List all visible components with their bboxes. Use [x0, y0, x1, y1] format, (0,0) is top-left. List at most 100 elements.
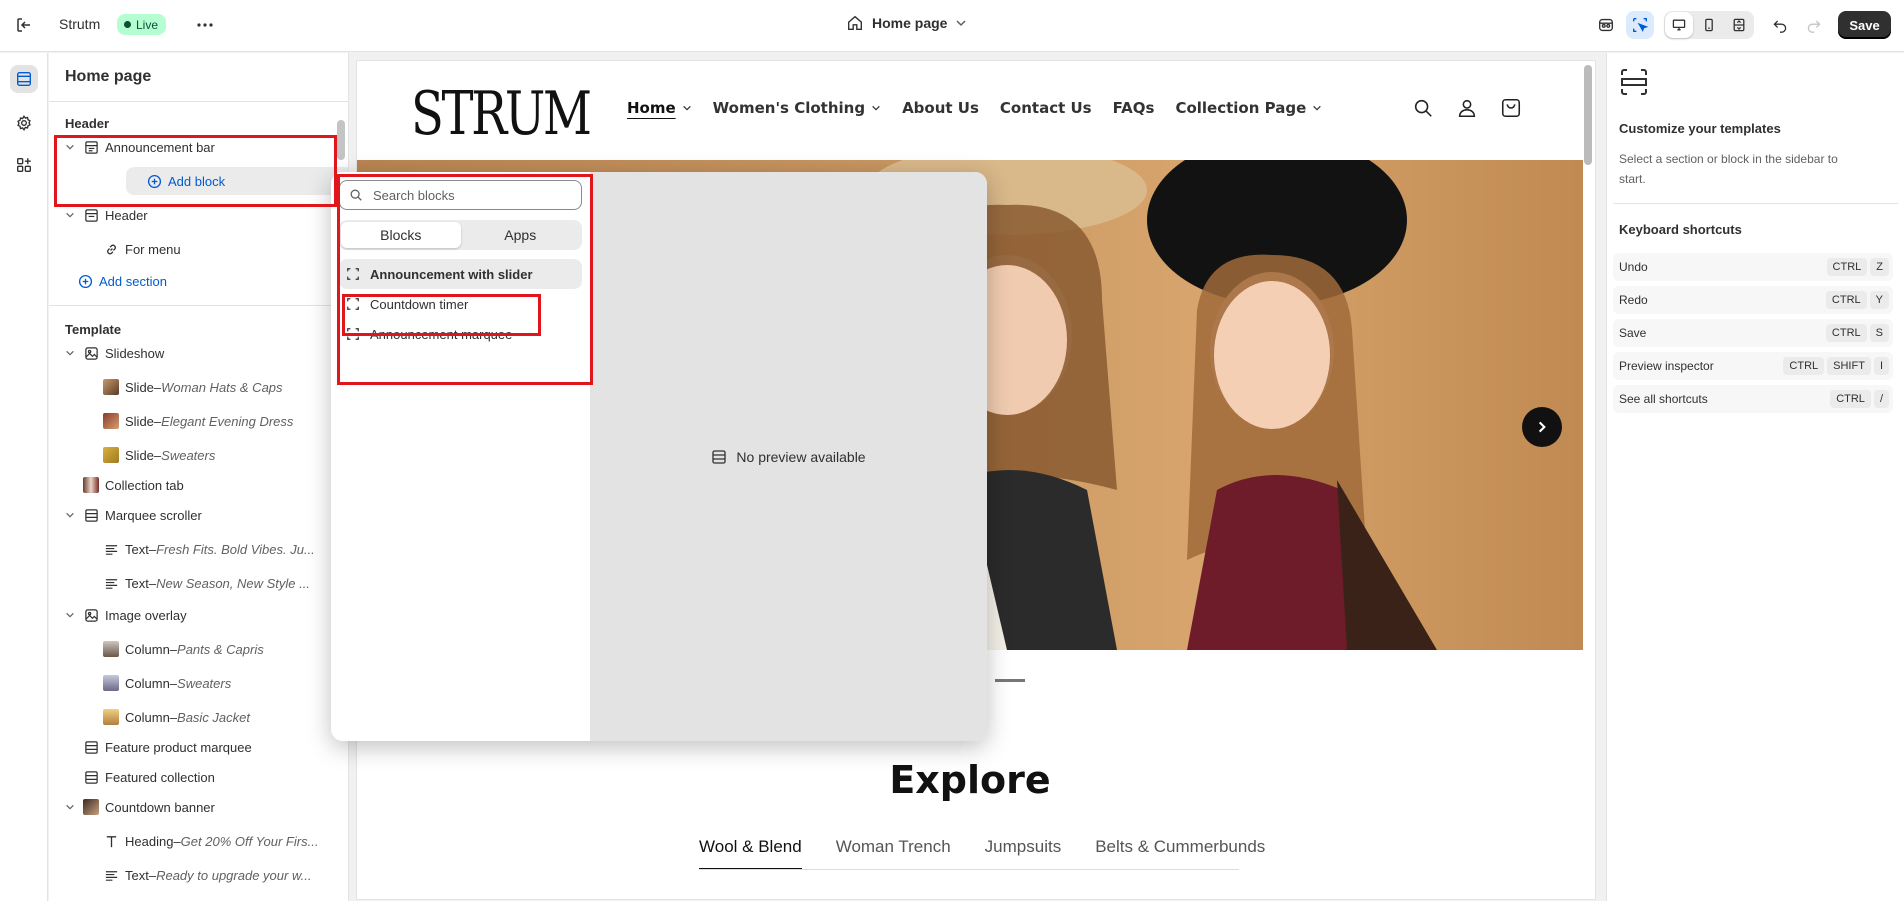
section-collection-tab[interactable]: Collection tab: [57, 471, 329, 499]
exit-icon[interactable]: [14, 15, 34, 35]
shortcut-label: Save: [1619, 326, 1647, 340]
block-slide-1[interactable]: Slide – Woman Hats & Caps: [57, 373, 329, 401]
chevron-down-icon[interactable]: [63, 142, 77, 152]
block-column-3[interactable]: Column – Basic Jacket: [57, 703, 329, 731]
block-slide-2[interactable]: Slide – Elegant Evening Dress: [57, 407, 329, 435]
save-button[interactable]: Save: [1838, 11, 1891, 39]
section-feature-product-marquee[interactable]: Feature product marquee: [57, 733, 329, 761]
mobile-icon[interactable]: [1695, 12, 1723, 38]
block-option-label: Announcement with slider: [370, 266, 533, 282]
top-bar: Strutm Live Home page Save: [0, 0, 1904, 52]
section-image-overlay[interactable]: Image overlay: [57, 601, 329, 629]
preview-scrollbar[interactable]: [1584, 65, 1592, 165]
section-announcement-bar[interactable]: Announcement bar: [57, 133, 329, 161]
key-cap: CTRL: [1826, 258, 1868, 276]
shortcuts-title: Keyboard shortcuts: [1619, 222, 1742, 237]
tab-wool-blend[interactable]: Wool & Blend: [699, 837, 802, 870]
cart-icon[interactable]: [1500, 97, 1522, 119]
tab-woman-trench[interactable]: Woman Trench: [836, 837, 951, 870]
page-selector[interactable]: Home page: [846, 14, 967, 32]
chevron-down-icon[interactable]: [63, 610, 77, 620]
page-selector-label: Home page: [872, 15, 948, 31]
chevron-down-icon: [682, 105, 691, 111]
nav-faqs[interactable]: FAQs: [1113, 99, 1155, 117]
section-slideshow[interactable]: Slideshow: [57, 339, 329, 367]
block-label: Slide: [125, 447, 154, 463]
nav-collection-page[interactable]: Collection Page: [1175, 99, 1322, 117]
slide-next-button[interactable]: [1522, 407, 1562, 447]
block-slide-3[interactable]: Slide – Sweaters: [57, 441, 329, 469]
separator: –: [148, 867, 157, 883]
separator: –: [153, 447, 162, 463]
tab-blocks[interactable]: Blocks: [341, 222, 461, 248]
key-cap: /: [1873, 390, 1889, 408]
block-column-2[interactable]: Column – Sweaters: [57, 669, 329, 697]
add-block-button[interactable]: Add block: [126, 167, 348, 195]
undo-icon[interactable]: [1766, 11, 1794, 39]
search-blocks-input[interactable]: Search blocks: [339, 180, 582, 210]
add-section-button[interactable]: Add section: [57, 267, 329, 295]
block-option-countdown-timer[interactable]: Countdown timer: [339, 289, 582, 319]
block-option-announcement-slider[interactable]: Announcement with slider: [339, 259, 582, 289]
chevron-down-icon[interactable]: [63, 348, 77, 358]
section-featured-collection[interactable]: Featured collection: [57, 763, 329, 791]
separator: –: [153, 413, 162, 429]
sections-view-icon[interactable]: [1592, 11, 1620, 39]
block-text-2[interactable]: Text – New Season, New Style ...: [57, 569, 329, 597]
image-icon: [83, 607, 99, 623]
block-option-announcement-marquee[interactable]: Announcement marquee: [339, 319, 582, 349]
block-sub-label: Elegant Evening Dress: [161, 413, 294, 429]
block-placeholder-icon: [346, 327, 360, 341]
nav-label: Women's Clothing: [712, 99, 866, 117]
block-for-menu[interactable]: For menu: [57, 235, 329, 263]
section-label: Slideshow: [105, 345, 165, 361]
divider: [49, 305, 348, 306]
section-label: Marquee scroller: [105, 507, 202, 523]
block-label: Column: [125, 675, 170, 691]
search-icon[interactable]: [1412, 97, 1434, 119]
tab-belts-cummerbunds[interactable]: Belts & Cummerbunds: [1095, 837, 1265, 870]
block-label: Heading: [125, 833, 174, 849]
text-lines-icon: [103, 867, 119, 883]
section-marquee-scroller[interactable]: Marquee scroller: [57, 501, 329, 529]
text-lines-icon: [103, 575, 119, 591]
collection-tabs: Wool & Blend Woman Trench Jumpsuits Belt…: [699, 837, 1265, 870]
block-heading[interactable]: Heading – Get 20% Off Your Firs...: [57, 827, 329, 855]
inspector-panel: Customize your templates Select a sectio…: [1606, 53, 1904, 901]
redo-icon[interactable]: [1800, 11, 1828, 39]
sidebar-scrollbar[interactable]: [337, 120, 345, 160]
nav-home[interactable]: Home: [627, 99, 692, 117]
chevron-down-icon: [1313, 105, 1322, 111]
slide-pager[interactable]: [995, 679, 1025, 682]
chevron-down-icon[interactable]: [63, 210, 77, 220]
account-icon[interactable]: [1456, 97, 1478, 119]
section-header[interactable]: Header: [57, 201, 329, 229]
block-text-1[interactable]: Text – Fresh Fits. Bold Vibes. Ju...: [57, 535, 329, 563]
sections-sidebar: Home page Header Announcement bar Add bl…: [49, 53, 349, 901]
nav-womens-clothing[interactable]: Women's Clothing: [713, 99, 881, 117]
search-icon: [349, 188, 363, 202]
inspector-description: Select a section or block in the sidebar…: [1619, 152, 1838, 186]
chevron-down-icon[interactable]: [63, 802, 77, 812]
desktop-icon[interactable]: [1665, 12, 1693, 38]
store-logo[interactable]: STRUM: [411, 79, 592, 149]
heading-t-icon: [103, 833, 119, 849]
block-text-3[interactable]: Text – Ready to upgrade your w...: [57, 861, 329, 889]
shortcut-see-all[interactable]: See all shortcuts CTRL /: [1613, 385, 1893, 413]
tab-apps[interactable]: Apps: [461, 222, 581, 248]
chevron-down-icon[interactable]: [63, 510, 77, 520]
apps-icon[interactable]: [10, 151, 38, 179]
more-actions-icon[interactable]: [195, 15, 215, 35]
full-width-icon[interactable]: [1725, 12, 1753, 38]
column-thumbnail: [103, 709, 119, 725]
tab-jumpsuits[interactable]: Jumpsuits: [985, 837, 1062, 870]
settings-gear-icon[interactable]: [10, 109, 38, 137]
nav-contact-us[interactable]: Contact Us: [1000, 99, 1092, 117]
templates-icon: [1619, 67, 1649, 97]
section-countdown-banner[interactable]: Countdown banner: [57, 793, 329, 821]
picker-tabs: Blocks Apps: [339, 220, 582, 250]
block-column-1[interactable]: Column – Pants & Capris: [57, 635, 329, 663]
inspector-cursor-icon[interactable]: [1626, 11, 1654, 39]
sections-nav-icon[interactable]: [10, 65, 38, 93]
nav-about-us[interactable]: About Us: [902, 99, 979, 117]
